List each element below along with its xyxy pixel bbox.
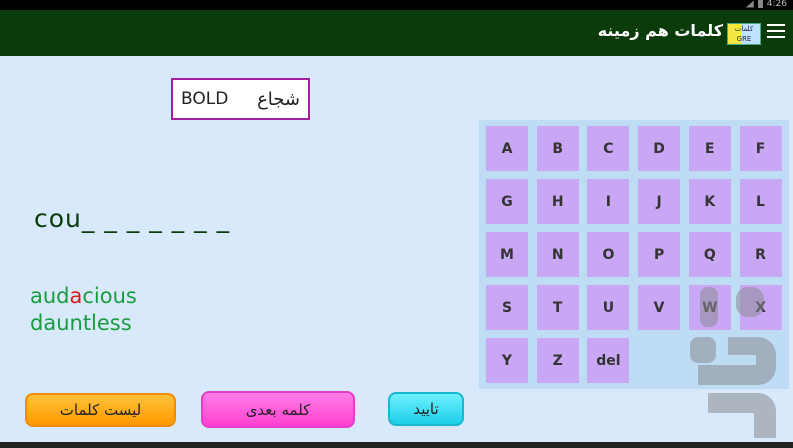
key-s[interactable]: S bbox=[486, 285, 528, 330]
signal-icon bbox=[745, 0, 754, 8]
key-y[interactable]: Y bbox=[486, 338, 528, 383]
key-z[interactable]: Z bbox=[536, 338, 579, 383]
status-bar: 4:26 bbox=[0, 0, 793, 10]
key-b[interactable]: B bbox=[536, 126, 579, 171]
key-u[interactable]: U bbox=[587, 285, 630, 330]
menu-icon[interactable] bbox=[767, 24, 785, 40]
word-pattern: cou_ _ _ _ _ _ _ bbox=[34, 204, 231, 233]
key-m[interactable]: M bbox=[486, 232, 528, 277]
meaning-persian: شجاع bbox=[257, 88, 300, 110]
app-logo: کلمات GRE bbox=[727, 23, 761, 45]
key-c[interactable]: C bbox=[587, 126, 630, 171]
key-d[interactable]: D bbox=[638, 126, 681, 171]
key-f[interactable]: F bbox=[739, 126, 782, 171]
watermark-logo-icon bbox=[690, 287, 776, 438]
key-r[interactable]: R bbox=[739, 232, 782, 277]
key-del[interactable]: del bbox=[587, 338, 630, 383]
meaning-english: BOLD bbox=[181, 89, 229, 109]
suggestion-item[interactable]: audacious bbox=[30, 283, 137, 310]
confirm-button[interactable]: تایید bbox=[388, 392, 464, 426]
nav-bar bbox=[0, 442, 793, 448]
app-title: کلمات هم زمینه bbox=[597, 21, 723, 40]
battery-icon bbox=[757, 0, 763, 8]
key-t[interactable]: T bbox=[536, 285, 579, 330]
meaning-box: BOLD شجاع bbox=[171, 78, 310, 120]
word-list-button[interactable]: لیست کلمات bbox=[25, 393, 176, 427]
key-n[interactable]: N bbox=[536, 232, 579, 277]
key-e[interactable]: E bbox=[688, 126, 731, 171]
key-l[interactable]: L bbox=[739, 179, 782, 224]
key-g[interactable]: G bbox=[486, 179, 528, 224]
key-q[interactable]: Q bbox=[688, 232, 731, 277]
app-logo-text: کلمات GRE bbox=[734, 25, 754, 43]
suggestion-list: audacious dauntless bbox=[30, 283, 137, 337]
key-i[interactable]: I bbox=[587, 179, 630, 224]
app-bar: کلمات GRE کلمات هم زمینه bbox=[0, 10, 793, 56]
key-k[interactable]: K bbox=[688, 179, 731, 224]
key-v[interactable]: V bbox=[638, 285, 681, 330]
key-j[interactable]: J bbox=[638, 179, 681, 224]
key-p[interactable]: P bbox=[638, 232, 681, 277]
key-o[interactable]: O bbox=[587, 232, 630, 277]
status-time: 4:26 bbox=[766, 0, 787, 9]
suggestion-item[interactable]: dauntless bbox=[30, 310, 137, 337]
next-word-button[interactable]: کلمه بعدی bbox=[201, 391, 355, 428]
key-a[interactable]: A bbox=[486, 126, 528, 171]
key-h[interactable]: H bbox=[536, 179, 579, 224]
